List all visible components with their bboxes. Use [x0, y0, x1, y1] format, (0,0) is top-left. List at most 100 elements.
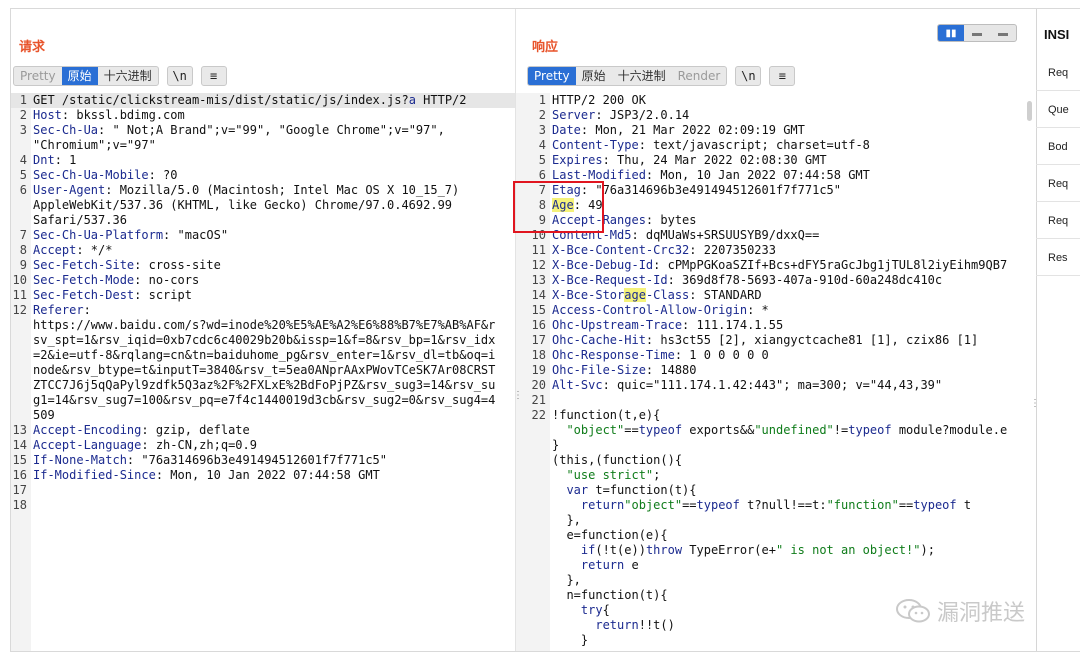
line-text: "Chromium";v="97" [33, 138, 515, 153]
code-token: "undefined" [754, 423, 834, 437]
code-token: Access-Control-Allow-Origin [552, 303, 748, 317]
line-number [11, 393, 33, 408]
code-token: == [682, 498, 697, 512]
line-text: If-Modified-Since: Mon, 10 Jan 2022 07:4… [33, 468, 515, 483]
code-token: age [624, 288, 646, 302]
line-text: g1=14&rsv_sug7=100&rsv_pq=e7f4c1440019d3… [33, 393, 515, 408]
code-token: t?null!==t: [739, 498, 827, 512]
request-tab-1[interactable]: 原始 [61, 67, 98, 85]
request-line: 12 Referer: [11, 303, 515, 318]
layout-single-icon[interactable]: ▬ [990, 25, 1016, 41]
code-token: Ohc-Upstream-Trace [552, 318, 683, 332]
response-tab-3[interactable]: Render [672, 67, 727, 85]
code-token: : script [134, 288, 192, 302]
response-line: "use strict"; [516, 468, 1036, 483]
response-tab-1[interactable]: 原始 [576, 67, 612, 85]
response-line: 11 X-Bce-Content-Crc32: 2207350233 [516, 243, 1036, 258]
response-pane: 响应 Pretty 原始 十六进制 Render \n ≡ 1 HTTP/2 200 O… [516, 9, 1037, 651]
line-number: 5 [19, 168, 27, 182]
code-token: ZTCC7J6j5qQaPyl9zdfk5Q3az%2F%2FXLxE%2BdF… [33, 378, 496, 392]
inspector-item[interactable]: Req [1036, 203, 1080, 239]
inspector-splitter-handle[interactable]: ⋮ [1030, 398, 1040, 409]
request-line: 9 Sec-Fetch-Site: cross-site [11, 258, 515, 273]
line-text: 509 [33, 408, 515, 423]
line-number: 1 [19, 93, 27, 107]
response-line: } [516, 633, 1036, 648]
response-line: var t=function(t){ [516, 483, 1036, 498]
code-token: : no-cors [134, 273, 200, 287]
line-number: 15 [12, 453, 27, 467]
request-line: node&rsv_btype=t&inputT=3840&rsv_t=5ea0A… [11, 363, 515, 378]
code-token: : Mon, 10 Jan 2022 07:44:58 GMT [155, 468, 380, 482]
line-text: }, [552, 513, 1036, 528]
code-token: : text/javascript; charset=utf-8 [638, 138, 870, 152]
inspector-item[interactable]: Bod [1036, 129, 1080, 165]
code-token: : 1 [54, 153, 77, 167]
code-token: : "macOS" [163, 228, 229, 242]
code-token: "use strict" [566, 468, 654, 482]
request-line: AppleWebKit/537.36 (KHTML, like Gecko) C… [11, 198, 515, 213]
request-editor[interactable]: 1 GET /static/clickstream-mis/dist/static… [11, 93, 515, 651]
line-number [516, 543, 552, 558]
code-token: "Chromium";v="97" [33, 138, 156, 152]
inspector-item[interactable]: Que [1036, 92, 1080, 128]
request-lines: 1 GET /static/clickstream-mis/dist/static… [11, 93, 515, 513]
line-number: 13 [531, 273, 546, 287]
code-token: AppleWebKit/537.36 (KHTML, like Gecko) C… [33, 198, 453, 212]
code-token: t [956, 498, 972, 512]
code-token: =2&ie=utf-8&rqlang=cn&tn=baiduhome_pg&rs… [33, 348, 496, 362]
request-newline-toggle[interactable]: \n [166, 66, 193, 86]
response-line: 19 Ohc-File-Size: 14880 [516, 363, 1036, 378]
response-tab-2[interactable]: 十六进制 [612, 67, 672, 85]
code-token: a [408, 93, 416, 107]
line-number: 11 [531, 243, 546, 257]
line-text: Accept-Encoding: gzip, deflate [33, 423, 515, 438]
layout-side-by-side-icon[interactable]: ▮▮ [938, 25, 964, 41]
code-token: : dqMUaWs+SRSUUSYB9/dxxQ== [631, 228, 820, 242]
response-line: 13 X-Bce-Request-Id: 369d8f78-5693-407a-9… [516, 273, 1036, 288]
request-line: =2&ie=utf-8&rqlang=cn&tn=baiduhome_pg&rs… [11, 348, 515, 363]
code-token: Sec-Ch-Ua-Platform [33, 228, 164, 242]
code-token: (!t(e)) [595, 543, 646, 557]
line-text: Accept-Ranges: bytes [552, 213, 1036, 228]
request-tab-0[interactable]: Pretty [14, 67, 62, 85]
layout-stacked-icon[interactable]: ▬ [964, 25, 990, 41]
response-tab-0[interactable]: Pretty [528, 67, 576, 85]
line-text: Content-Type: text/javascript; charset=u… [552, 138, 1036, 153]
line-number [11, 333, 33, 348]
line-number [11, 138, 33, 153]
code-token: node&rsv_btype=t&inputT=3840&rsv_t=5ea0A… [33, 363, 496, 377]
code-token: Content-Type [552, 138, 639, 152]
line-number [516, 528, 552, 543]
request-menu-button[interactable]: ≡ [200, 66, 227, 86]
response-line: 5 Expires: Thu, 24 Mar 2022 02:08:30 GMT [516, 153, 1036, 168]
wechat-logo-icon [896, 599, 930, 623]
line-number: 4 [538, 138, 546, 152]
line-text: Referer: [33, 303, 515, 318]
code-token: : * [747, 303, 769, 317]
response-menu-button[interactable]: ≡ [769, 66, 796, 86]
response-editor[interactable]: 1 HTTP/2 200 OK 2 Server: JSP3/2.0.14 3 Date:… [516, 93, 1036, 651]
code-token: : zh-CN,zh;q=0.9 [141, 438, 257, 452]
wechat-watermark: 漏洞推送 [895, 595, 1025, 627]
code-token: : JSP3/2.0.14 [595, 108, 690, 122]
response-newline-toggle[interactable]: \n [735, 66, 762, 86]
code-token: If-None-Match [33, 453, 127, 467]
code-token: Accept [33, 243, 77, 257]
response-title: 响应 [532, 40, 559, 55]
response-scrollbar[interactable] [1027, 101, 1032, 121]
request-line: 1 GET /static/clickstream-mis/dist/static… [11, 93, 515, 108]
inspector-item[interactable]: Req [1036, 55, 1080, 91]
line-number: 14 [531, 288, 546, 302]
inspector-item[interactable]: Req [1036, 166, 1080, 202]
line-number: 18 [531, 348, 546, 362]
inspector-item[interactable]: Res [1036, 240, 1080, 276]
pane-splitter-handle[interactable]: ⋮ [513, 390, 523, 401]
code-token: X-Bce-Stor [552, 288, 625, 302]
response-line: 1 HTTP/2 200 OK [516, 93, 1036, 108]
code-token: X-Bce-Debug-Id [552, 258, 654, 272]
response-line: }, [516, 513, 1036, 528]
line-number [11, 408, 33, 423]
request-tab-2[interactable]: 十六进制 [98, 67, 158, 85]
code-token: : "76a314696b3e491494512601f7f771c5" [126, 453, 388, 467]
